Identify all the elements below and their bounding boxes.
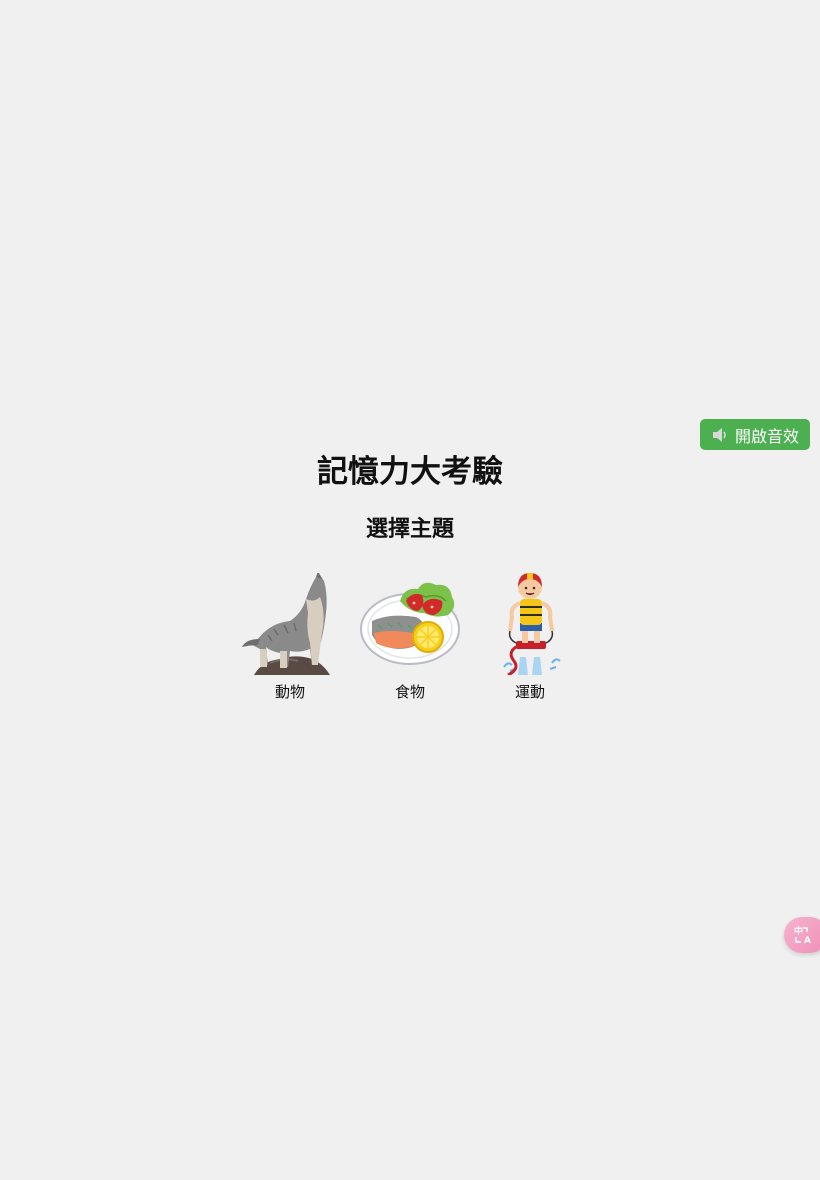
theme-label-sports: 運動 bbox=[514, 683, 545, 701]
translate-button[interactable]: 中 A bbox=[784, 917, 820, 953]
sound-toggle-label: 開啟音效 bbox=[734, 426, 799, 446]
svg-text:中: 中 bbox=[794, 925, 803, 937]
salmon-plate-illustration bbox=[360, 582, 460, 665]
game-screen: 開啟音效 記憶力大考驗 選擇主題 動物 食物 運動 中 A bbox=[0, 0, 820, 1180]
wolf-illustration bbox=[242, 573, 330, 675]
theme-food[interactable]: 食物 bbox=[350, 573, 470, 703]
theme-label-food: 食物 bbox=[394, 683, 425, 701]
page-title: 記憶力大考驗 bbox=[317, 454, 503, 490]
speaker-icon bbox=[711, 427, 729, 443]
theme-list: 動物 食物 運動 bbox=[230, 573, 590, 703]
flyboard-rider-illustration bbox=[503, 573, 561, 675]
section-subtitle: 選擇主題 bbox=[365, 517, 454, 542]
sound-toggle-button[interactable]: 開啟音效 bbox=[700, 419, 810, 450]
theme-animals[interactable]: 動物 bbox=[230, 573, 350, 703]
svg-text:A: A bbox=[804, 936, 811, 945]
theme-sports[interactable]: 運動 bbox=[470, 573, 590, 703]
theme-label-animals: 動物 bbox=[274, 683, 305, 701]
